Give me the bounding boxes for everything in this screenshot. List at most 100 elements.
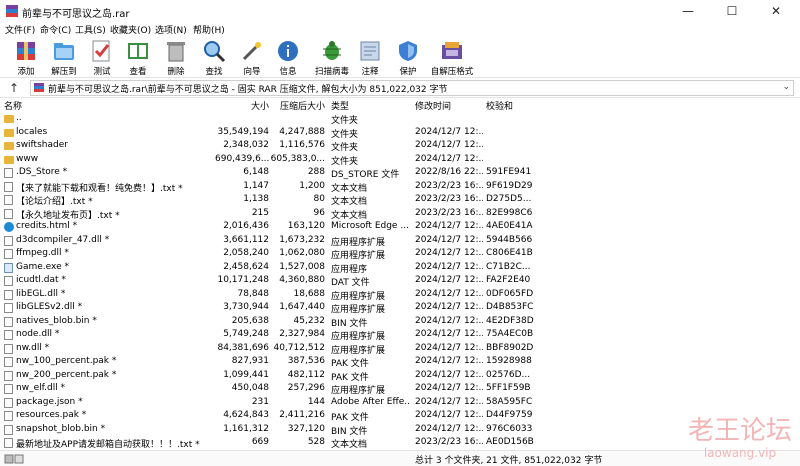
file-row[interactable]: Game.exe * 2,458,624 1,527,008 应用程序 2024/12/… bbox=[0, 261, 800, 275]
file-name-cell: swiftshader bbox=[16, 140, 68, 150]
file-row[interactable]: www 690,439,6... 605,383,0... 文件夹 2024/12/7 … bbox=[0, 153, 800, 167]
trash-icon bbox=[167, 42, 185, 62]
file-packed-cell: 1,200 bbox=[299, 180, 325, 191]
file-row[interactable]: package.json * 231 144 Adobe After Effe... 2… bbox=[0, 396, 800, 410]
file-modified-cell: 2024/12/7 12:... bbox=[415, 369, 483, 380]
file-type-cell: Adobe After Effe... bbox=[331, 396, 411, 407]
file-size-cell: 690,439,6... bbox=[215, 153, 269, 164]
menu-tools[interactable]: 工具(S) bbox=[75, 23, 106, 36]
path-bar: ↑ 前辈与不可思议之岛.rar\前辈与不可思议之岛 - 固实 RAR 压缩文件,… bbox=[0, 78, 800, 98]
file-type-cell: DAT 文件 bbox=[331, 278, 370, 288]
file-size-cell: 3,661,112 bbox=[223, 234, 269, 245]
file-modified-cell: 2024/12/7 12:... bbox=[415, 302, 483, 312]
file-size-cell: 6,148 bbox=[243, 167, 269, 177]
file-type-cell: 文本文档 bbox=[331, 197, 368, 207]
file-size-cell: 1,147 bbox=[243, 180, 269, 191]
file-row[interactable]: nw_200_percent.pak * 1,099,441 482,112 PAK … bbox=[0, 369, 800, 383]
file-icon bbox=[4, 195, 13, 205]
winrar-app-icon bbox=[6, 5, 18, 17]
file-crc-cell: D275D5... bbox=[486, 194, 532, 204]
file-packed-cell: 288 bbox=[307, 167, 325, 177]
file-row[interactable]: libGLESv2.dll * 3,730,944 1,647,440 应用程序扩展 2… bbox=[0, 301, 800, 315]
path-field[interactable]: 前辈与不可思议之岛.rar\前辈与不可思议之岛 - 固实 RAR 压缩文件, 解… bbox=[30, 80, 794, 96]
menu-commands[interactable]: 命令(C) bbox=[40, 23, 71, 36]
file-modified-cell: 2024/12/7 12:... bbox=[415, 126, 483, 137]
file-row[interactable]: .DS_Store * 6,148 288 DS_STORE 文件 2022/8/16 … bbox=[0, 166, 800, 180]
file-packed-cell: 18,688 bbox=[293, 288, 326, 299]
menu-bar: 文件(F) 命令(C) 工具(S) 收藏夹(O) 选项(N) 帮助(H) bbox=[0, 22, 800, 36]
file-type-cell: BIN 文件 bbox=[331, 318, 368, 329]
menu-options[interactable]: 选项(N) bbox=[155, 23, 187, 36]
menu-file[interactable]: 文件(F) bbox=[5, 23, 35, 36]
file-row[interactable]: nw.dll * 84,381,696 40,712,512 应用程序扩展 2024/1… bbox=[0, 342, 800, 356]
file-crc-cell: 9F619D29 bbox=[486, 180, 533, 191]
file-modified-cell: 2024/12/7 12:... bbox=[415, 423, 483, 434]
file-row[interactable]: d3dcompiler_47.dll * 3,661,112 1,673,232 应用… bbox=[0, 234, 800, 248]
up-arrow-icon[interactable]: ↑ bbox=[6, 80, 22, 96]
sfx-icon bbox=[442, 42, 462, 59]
file-row[interactable]: icudtl.dat * 10,171,248 4,360,880 DAT 文件 202… bbox=[0, 274, 800, 288]
file-size-cell: 2,016,436 bbox=[223, 221, 269, 231]
sfx-button[interactable]: 自解压格式 bbox=[431, 38, 473, 77]
file-row[interactable]: nw_100_percent.pak * 827,931 387,536 PAK 文件… bbox=[0, 355, 800, 369]
file-icon bbox=[4, 397, 13, 408]
path-text: 前辈与不可思议之岛.rar\前辈与不可思议之岛 - 固实 RAR 压缩文件, 解… bbox=[48, 85, 448, 95]
maximize-button[interactable]: ☐ bbox=[710, 0, 754, 22]
file-crc-cell: 976C6033 bbox=[486, 423, 533, 434]
file-packed-cell: 163,120 bbox=[287, 221, 325, 231]
file-packed-cell: 96 bbox=[313, 207, 325, 218]
file-row[interactable]: natives_blob.bin * 205,638 45,232 BIN 文件 202… bbox=[0, 315, 800, 329]
column-header-type[interactable]: 类型 bbox=[331, 99, 349, 112]
comment-icon bbox=[360, 41, 380, 61]
info-button[interactable]: 信息 bbox=[268, 38, 308, 77]
extract-to-icon bbox=[54, 43, 74, 60]
column-header-size[interactable]: 大小 bbox=[215, 99, 269, 112]
info-icon bbox=[278, 41, 298, 61]
file-packed-cell: 1,673,232 bbox=[279, 234, 325, 245]
file-row[interactable]: resources.pak * 4,624,843 2,411,216 PAK 文件 2… bbox=[0, 409, 800, 423]
file-row[interactable]: credits.html * 2,016,436 163,120 Microsoft … bbox=[0, 220, 800, 234]
file-icon bbox=[4, 208, 13, 219]
file-row[interactable]: locales 35,549,194 4,247,888 文件夹 2024/12/7 1… bbox=[0, 126, 800, 140]
file-size-cell: 3,730,944 bbox=[223, 302, 269, 312]
file-row[interactable]: 【永久地址发布页】.txt * 215 96 文本文档 2023/2/23 16:...… bbox=[0, 207, 800, 221]
file-row[interactable]: node.dll * 5,749,248 2,327,984 应用程序扩展 2024/1… bbox=[0, 328, 800, 342]
minimize-button[interactable]: — bbox=[666, 0, 710, 22]
file-icon bbox=[4, 303, 13, 313]
file-row[interactable]: nw_elf.dll * 450,048 257,296 应用程序扩展 2024/12/… bbox=[0, 382, 800, 396]
file-row[interactable]: .. 文件夹 bbox=[0, 112, 800, 126]
protect-button[interactable]: 保护 bbox=[388, 38, 428, 77]
column-header-crc[interactable]: 校验和 bbox=[486, 99, 513, 112]
file-size-cell: 1,161,312 bbox=[223, 423, 269, 434]
menu-favorites[interactable]: 收藏夹(O) bbox=[110, 23, 151, 36]
file-size-cell: 35,549,194 bbox=[217, 126, 269, 137]
file-modified-cell: 2023/2/23 16:... bbox=[415, 180, 483, 191]
menu-help[interactable]: 帮助(H) bbox=[193, 23, 225, 36]
file-row[interactable]: 【来了就能下载和观看！纯免费！】.txt * 1,147 1,200 文本文档 2023… bbox=[0, 180, 800, 194]
file-size-cell: 827,931 bbox=[231, 356, 269, 366]
chevron-down-icon[interactable]: ⌄ bbox=[782, 82, 790, 92]
close-button[interactable]: ✕ bbox=[754, 0, 798, 22]
folder-icon bbox=[4, 155, 14, 164]
column-header-packed[interactable]: 压缩后大小 bbox=[270, 99, 325, 112]
file-type-cell: 应用程序扩展 bbox=[331, 332, 386, 342]
file-size-cell: 2,348,032 bbox=[223, 140, 269, 150]
file-modified-cell: 2024/12/7 12:... bbox=[415, 396, 483, 407]
file-packed-cell: 2,327,984 bbox=[279, 329, 325, 339]
file-row[interactable]: libEGL.dll * 78,848 18,688 应用程序扩展 2024/12/7 … bbox=[0, 288, 800, 302]
file-row[interactable]: swiftshader 2,348,032 1,116,576 文件夹 2024/12/… bbox=[0, 139, 800, 153]
file-row[interactable]: ffmpeg.dll * 2,058,240 1,062,080 应用程序扩展 2024… bbox=[0, 247, 800, 261]
file-crc-cell: 15928988 bbox=[486, 356, 532, 366]
file-name-cell: libGLESv2.dll * bbox=[16, 302, 83, 312]
drive-icon bbox=[4, 454, 24, 464]
file-row[interactable]: snapshot_blob.bin * 1,161,312 327,120 BIN 文… bbox=[0, 423, 800, 437]
file-modified-cell: 2024/12/7 12:... bbox=[415, 315, 483, 326]
file-crc-cell: BBF8902D bbox=[486, 342, 534, 353]
file-modified-cell: 2023/2/23 16:... bbox=[415, 194, 483, 204]
column-header-modified[interactable]: 修改时间 bbox=[415, 99, 451, 112]
file-name-cell: 【永久地址发布页】.txt * bbox=[16, 210, 120, 221]
file-icon bbox=[4, 168, 13, 178]
file-row[interactable]: 【论坛介绍】.txt * 1,138 80 文本文档 2023/2/23 16:... D… bbox=[0, 193, 800, 207]
column-header-name[interactable]: 名称 bbox=[4, 99, 22, 112]
file-row[interactable]: 最新地址及APP请发邮箱自动获取！！！.txt * 669 528 文本文档 2023/… bbox=[0, 436, 800, 450]
